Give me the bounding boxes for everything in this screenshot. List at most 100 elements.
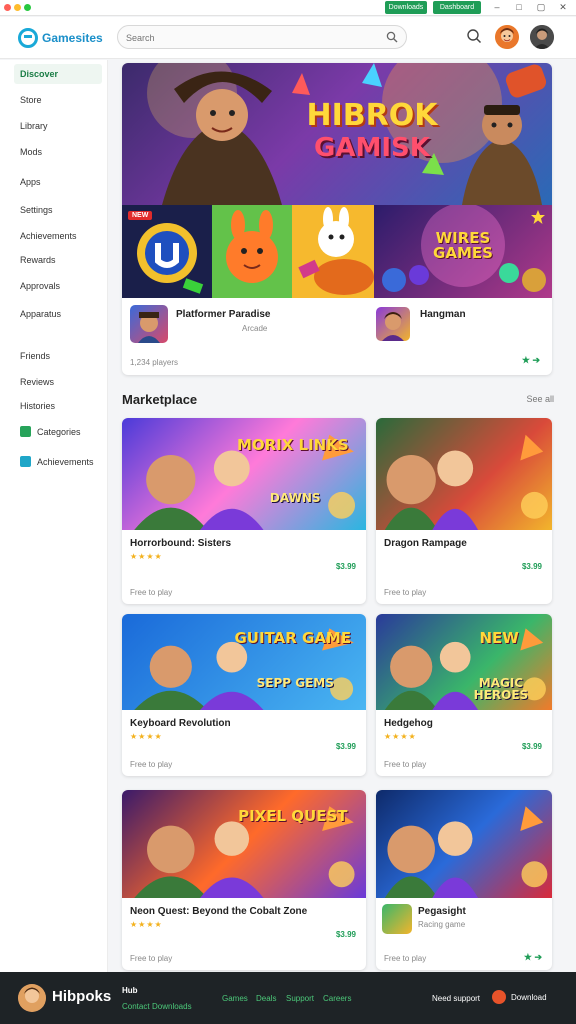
dashboard-button[interactable]: Dashboard xyxy=(433,1,481,14)
game-title[interactable]: Pegasight xyxy=(418,906,552,917)
see-all-link[interactable]: See all xyxy=(526,394,554,404)
sidebar-item[interactable]: Library xyxy=(14,116,102,136)
logo-text: Gamesites xyxy=(42,31,103,45)
game-price: $3.99 xyxy=(335,742,356,751)
footer-link[interactable]: Downloads xyxy=(152,1002,192,1011)
downloads-button[interactable]: Downloads xyxy=(385,1,427,14)
restore-icon[interactable]: □ xyxy=(514,2,524,12)
game-artwork[interactable]: NEW MAGIC HEROES xyxy=(376,614,552,710)
search-input[interactable] xyxy=(126,30,376,45)
sidebar-item[interactable]: Apps xyxy=(14,172,102,192)
artwork-subtitle: DAWNS xyxy=(269,490,321,505)
game-title[interactable]: Dragon Rampage xyxy=(384,538,544,549)
game-card[interactable]: GUITAR GAME SEPP GEMS Keyboard Revolution ★… xyxy=(122,614,366,776)
game-meta: Free to play xyxy=(384,954,427,963)
game-meta: Free to play xyxy=(384,760,427,769)
sidebar-item[interactable]: Friends xyxy=(14,346,102,366)
sidebar-item-label: Categories xyxy=(37,427,81,437)
game-meta: Free to play xyxy=(384,588,427,597)
close-icon[interactable]: ✕ xyxy=(558,2,568,12)
footer-link[interactable]: Contact xyxy=(122,1002,150,1011)
avatar[interactable] xyxy=(495,25,519,49)
sidebar-item[interactable]: Rewards xyxy=(14,250,102,270)
maximize-dot[interactable] xyxy=(24,4,31,11)
arrow-right-icon[interactable]: ★ ➔ xyxy=(524,952,542,963)
main-content: HIBROK GAMISK NEW WIRES GAMES Platformer… xyxy=(108,60,576,972)
sidebar-item-label: Discover xyxy=(20,69,59,79)
game-artwork[interactable]: PIXEL QUEST xyxy=(122,790,366,898)
game-artwork[interactable] xyxy=(376,418,552,530)
item-thumbnail[interactable] xyxy=(376,307,410,341)
maximize-icon[interactable]: ▢ xyxy=(536,2,546,12)
download-icon[interactable] xyxy=(492,990,506,1004)
game-meta: Free to play xyxy=(130,760,173,769)
logo[interactable]: Gamesites xyxy=(18,25,103,51)
app-header: Gamesites xyxy=(0,17,576,59)
footer-link[interactable]: Support xyxy=(286,994,314,1003)
game-card[interactable]: MORIX LINKS DAWNS Horrorbound: Sisters ★★★★… xyxy=(122,418,366,604)
game-title[interactable]: Keyboard Revolution xyxy=(130,718,358,729)
sidebar-item[interactable]: Store xyxy=(14,90,102,110)
category-icon xyxy=(20,426,31,437)
game-price: $3.99 xyxy=(521,562,542,571)
artwork-title: GUITAR GAME xyxy=(234,629,352,648)
category-icon xyxy=(20,456,31,467)
search-icon[interactable] xyxy=(466,28,482,44)
close-dot[interactable] xyxy=(4,4,11,11)
promo-title: WIRES GAMES xyxy=(433,229,493,262)
sidebar-item-label: Histories xyxy=(20,401,56,411)
sidebar-item[interactable]: Categories xyxy=(14,422,102,442)
sidebar-item[interactable]: Discover xyxy=(14,64,102,84)
minimize-dot[interactable] xyxy=(14,4,21,11)
game-artwork[interactable]: GUITAR GAME SEPP GEMS xyxy=(122,614,366,710)
sidebar-item[interactable]: Mods xyxy=(14,142,102,162)
sidebar-item[interactable]: Approvals xyxy=(14,276,102,296)
item-title[interactable]: Platformer Paradise xyxy=(176,309,271,320)
window-titlebar: Downloads Dashboard – □ ▢ ✕ xyxy=(0,0,576,16)
game-card[interactable]: PIXEL QUEST Neon Quest: Beyond the Cobalt… xyxy=(122,790,366,970)
item-category: Arcade xyxy=(242,324,268,333)
sidebar-item[interactable]: Reviews xyxy=(14,372,102,392)
game-card[interactable]: NEW MAGIC HEROES Hedgehog ★★★★ $3.99 Free to … xyxy=(376,614,552,776)
game-card[interactable]: Dragon Rampage $3.99 Free to play xyxy=(376,418,552,604)
profile-avatar[interactable] xyxy=(530,25,554,49)
game-title[interactable]: Hedgehog xyxy=(384,718,544,729)
footer-link[interactable]: Careers xyxy=(323,994,351,1003)
sidebar-item[interactable]: Achievements xyxy=(14,226,102,246)
rating-stars: ★★★★ xyxy=(130,552,163,561)
sidebar-item[interactable]: Settings xyxy=(14,200,102,220)
footer-link[interactable]: Games xyxy=(222,994,248,1003)
game-price: $3.99 xyxy=(335,930,356,939)
tile-3[interactable] xyxy=(292,205,374,298)
sidebar-item-label: Rewards xyxy=(20,255,56,265)
tile-promo[interactable]: WIRES GAMES xyxy=(374,205,552,298)
game-title[interactable]: Neon Quest: Beyond the Cobalt Zone xyxy=(130,906,358,917)
minimize-icon[interactable]: – xyxy=(492,2,502,12)
sidebar-item[interactable]: Achievements xyxy=(14,452,102,472)
arrow-right-icon[interactable]: ★ ➔ xyxy=(522,355,540,366)
sidebar-item-label: Friends xyxy=(20,351,51,361)
sidebar: Discover Store Library Mods Apps Settings Achi… xyxy=(0,60,108,972)
sidebar-item[interactable]: Histories xyxy=(14,396,102,416)
tile-1[interactable]: NEW xyxy=(122,205,212,298)
game-card[interactable]: Pegasight Racing game Free to play ★ ➔ xyxy=(376,790,552,970)
hero-card[interactable]: HIBROK GAMISK NEW WIRES GAMES Platformer… xyxy=(122,63,552,375)
item-title[interactable]: Hangman xyxy=(420,309,466,320)
game-price: $3.99 xyxy=(335,562,356,571)
game-artwork[interactable] xyxy=(376,790,552,898)
sidebar-item-label: Store xyxy=(20,95,42,105)
footer-brand[interactable]: Hibpoks xyxy=(52,988,111,1005)
footer-avatar[interactable] xyxy=(18,984,46,1012)
tile-2[interactable] xyxy=(212,205,292,298)
footer-cta[interactable]: Download xyxy=(511,993,547,1002)
item-thumbnail[interactable] xyxy=(382,904,412,934)
item-thumbnail[interactable] xyxy=(130,305,168,343)
game-artwork[interactable]: MORIX LINKS DAWNS xyxy=(122,418,366,530)
game-price: $3.99 xyxy=(521,742,542,751)
sidebar-item[interactable]: Apparatus xyxy=(14,304,102,324)
game-title[interactable]: Horrorbound: Sisters xyxy=(130,538,358,549)
hero-banner[interactable]: HIBROK GAMISK xyxy=(122,63,552,205)
footer-link[interactable]: Deals xyxy=(256,994,276,1003)
search-bar[interactable] xyxy=(117,25,407,49)
search-icon[interactable] xyxy=(386,31,398,43)
